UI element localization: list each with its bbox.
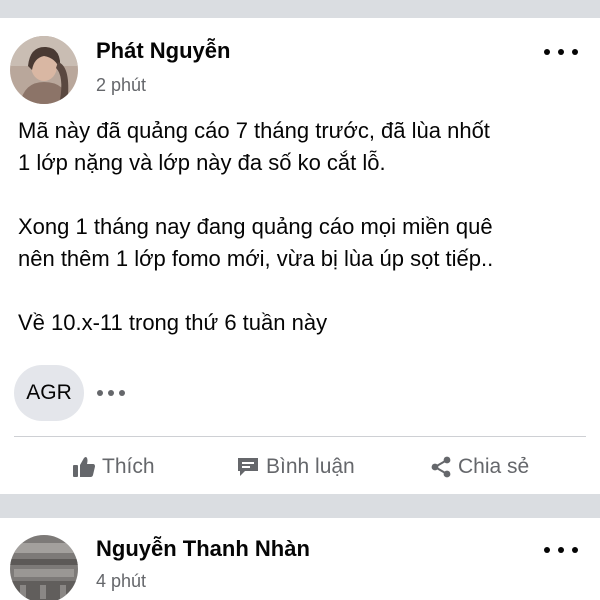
comment-button[interactable]: Bình luận: [236, 447, 355, 487]
post-author-name[interactable]: Phát Nguyễn: [96, 38, 230, 64]
feed-divider: [0, 0, 600, 18]
tag-more-icon[interactable]: [97, 384, 125, 402]
post-paragraph: Mã này đã quảng cáo 7 tháng trước, đã lù…: [18, 115, 588, 179]
post-text-line: Mã này đã quảng cáo 7 tháng trước, đã lù…: [18, 118, 490, 143]
post-paragraph: Về 10.x-11 trong thứ 6 tuần này: [18, 307, 588, 339]
like-button-label: Thích: [102, 455, 155, 478]
feed-post: Phát Nguyễn 2 phút Mã này đã quảng cáo 7…: [0, 18, 600, 494]
post-text-line: nên thêm 1 lớp fomo mới, vừa bị lùa úp s…: [18, 246, 494, 271]
feed-post: Nguyễn Thanh Nhàn 4 phút: [0, 518, 600, 600]
post-timestamp[interactable]: 2 phút: [96, 75, 146, 96]
post-more-options-icon[interactable]: [544, 540, 578, 560]
action-bar-divider: [14, 436, 586, 437]
post-paragraph: Xong 1 tháng nay đang quảng cáo mọi miền…: [18, 211, 588, 275]
share-button[interactable]: Chia sẻ: [430, 447, 529, 487]
ticker-tag-chip[interactable]: AGR: [14, 365, 84, 421]
author-avatar[interactable]: [10, 36, 78, 104]
post-text-line: Về 10.x-11 trong thứ 6 tuần này: [18, 310, 328, 335]
like-button[interactable]: Thích: [72, 447, 155, 487]
post-text-line: Xong 1 tháng nay đang quảng cáo mọi miền…: [18, 214, 493, 239]
share-icon: [431, 456, 451, 478]
post-more-options-icon[interactable]: [544, 42, 578, 62]
post-author-name[interactable]: Nguyễn Thanh Nhàn: [96, 536, 310, 562]
post-timestamp[interactable]: 4 phút: [96, 571, 146, 592]
comment-button-label: Bình luận: [266, 455, 355, 478]
post-body: Mã này đã quảng cáo 7 tháng trước, đã lù…: [18, 115, 588, 339]
feed-divider: [0, 494, 600, 518]
author-avatar[interactable]: [10, 535, 78, 600]
post-text-line: 1 lớp nặng và lớp này đa số ko cắt lỗ.: [18, 150, 386, 175]
share-button-label: Chia sẻ: [458, 455, 530, 478]
thumbs-up-icon: [73, 457, 95, 477]
comment-bubble-icon: [238, 458, 258, 476]
